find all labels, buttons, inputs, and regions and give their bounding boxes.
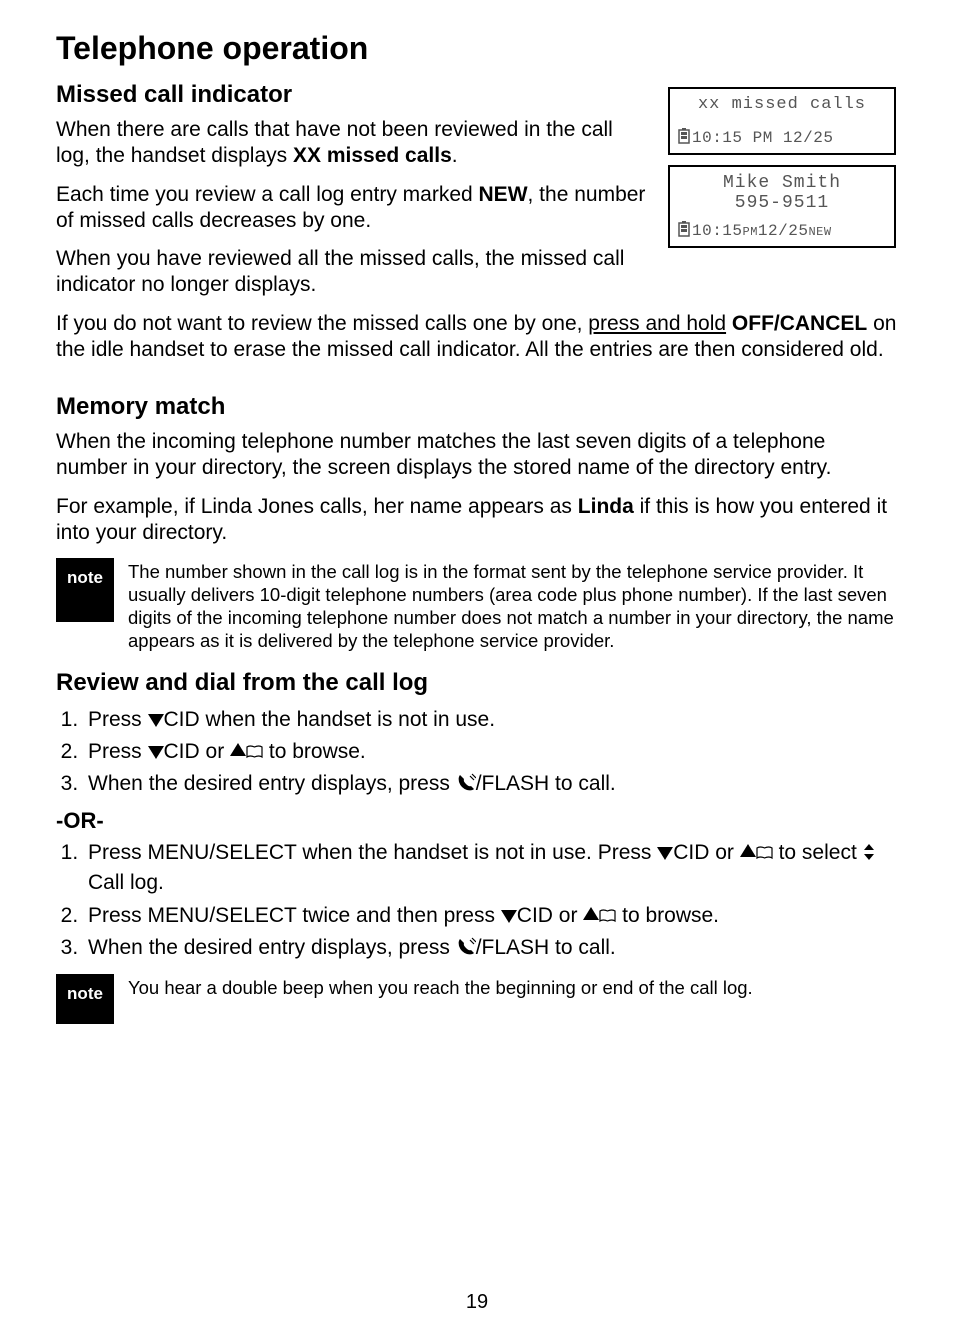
lcd-missed-text: xx missed calls	[674, 95, 890, 114]
lcd-screens: xx missed calls 10:15 PM 12/25 Mike Smit…	[668, 87, 898, 258]
note-badge: note	[56, 558, 114, 622]
lcd-missed-status: 10:15 PM 12/25	[674, 128, 890, 149]
page-number: 19	[0, 1291, 954, 1314]
down-arrow-icon	[657, 847, 673, 860]
battery-icon	[678, 128, 690, 149]
down-arrow-icon	[148, 746, 164, 759]
lcd-screen-contact: Mike Smith 595-9511 10:15PM12/25NEW	[668, 165, 896, 248]
updown-arrow-icon	[863, 840, 877, 858]
phone-icon	[456, 936, 476, 956]
book-icon	[246, 738, 263, 752]
note-memory-text: The number shown in the call log is in t…	[128, 558, 898, 653]
book-icon	[599, 902, 616, 916]
step-2a: Press CID or to browse.	[84, 737, 898, 767]
phone-icon	[456, 772, 476, 792]
steps-list-2: Press MENU/SELECT when the handset is no…	[56, 838, 898, 964]
step-1a: Press CID when the handset is not in use…	[84, 705, 898, 735]
note-badge: note	[56, 974, 114, 1024]
para-memory-1: When the incoming telephone number match…	[56, 429, 898, 482]
note-review: note You hear a double beep when you rea…	[56, 974, 898, 1024]
lcd-contact-status: 10:15PM12/25NEW	[674, 221, 890, 242]
note-review-text: You hear a double beep when you reach th…	[128, 974, 753, 999]
para-missed-4: If you do not want to review the missed …	[56, 311, 898, 364]
lcd-screen-missed: xx missed calls 10:15 PM 12/25	[668, 87, 896, 155]
step-1b: Press MENU/SELECT when the handset is no…	[84, 838, 898, 899]
step-3b: When the desired entry displays, press /…	[84, 933, 898, 963]
page-title: Telephone operation	[56, 30, 898, 67]
or-label: -OR-	[56, 808, 898, 834]
down-arrow-icon	[501, 910, 517, 923]
step-2b: Press MENU/SELECT twice and then press C…	[84, 901, 898, 931]
heading-review-dial: Review and dial from the call log	[56, 669, 898, 697]
lcd-contact-name: Mike Smith	[674, 173, 890, 193]
up-arrow-icon	[740, 844, 756, 857]
para-memory-2: For example, if Linda Jones calls, her n…	[56, 494, 898, 547]
lcd-contact-number: 595-9511	[674, 193, 890, 213]
note-memory: note The number shown in the call log is…	[56, 558, 898, 653]
steps-list-1: Press CID when the handset is not in use…	[56, 705, 898, 800]
down-arrow-icon	[148, 714, 164, 727]
battery-icon	[678, 221, 690, 242]
lcd-missed-time: 10:15 PM 12/25	[692, 129, 833, 147]
up-arrow-icon	[230, 743, 246, 756]
heading-memory-match: Memory match	[56, 393, 898, 421]
book-icon	[756, 839, 773, 853]
step-3a: When the desired entry displays, press /…	[84, 769, 898, 799]
up-arrow-icon	[583, 907, 599, 920]
